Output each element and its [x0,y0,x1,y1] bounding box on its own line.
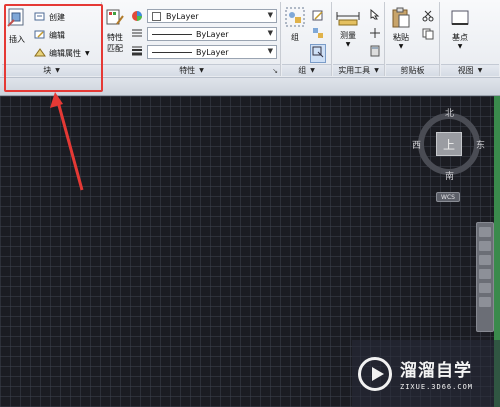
compass-east[interactable]: 东 [476,138,485,151]
watermark-main: 溜溜自学 [400,361,472,381]
lineweight-dropdown[interactable]: ByLayer ▼ [147,45,277,59]
ungroup-icon[interactable] [312,27,324,42]
measure-button[interactable]: 测量 ▼ [335,6,361,48]
color-value: ByLayer [166,11,199,21]
wcs-label: WCS [441,193,455,201]
clipboard-panel-footer[interactable]: 剪贴板 [386,64,439,76]
clipboard-panel: 粘贴 ▼ 剪贴板 [386,2,440,76]
zoom-icon[interactable] [479,255,491,265]
navigation-bar[interactable] [476,222,494,332]
chevron-down-icon: ▼ [267,29,273,37]
quick-select-icon[interactable] [369,8,381,23]
group-icon [284,6,306,32]
view-panel: 基点 ▼ 视图 ▼ [441,2,499,76]
copy-icon[interactable] [422,28,434,43]
chevron-down-icon: ▼ [477,67,483,74]
basepoint-label: 基点 [452,33,468,42]
compass-north[interactable]: 北 [445,106,454,119]
steering-wheel-icon[interactable] [479,227,491,237]
lineweight-icon[interactable] [131,44,143,59]
paste-label: 粘贴 [393,33,409,42]
orbit-icon[interactable] [479,269,491,279]
group-select-icon[interactable] [310,44,326,63]
color-dropdown[interactable]: ByLayer ▼ [147,9,277,23]
linetype-preview [152,33,192,35]
viewcube-top-face[interactable]: 上 [436,132,462,156]
chevron-down-icon: ▼ [398,43,404,50]
view-panel-label: 视图 [457,66,474,75]
color-swatch [152,11,161,21]
paste-icon [390,6,412,32]
clipboard-panel-label: 剪贴板 [400,66,425,75]
group-panel-label: 组 [298,66,307,75]
play-logo-icon [358,356,392,391]
linetype-dropdown[interactable]: ByLayer ▼ [147,27,277,41]
navbar-menu-icon[interactable] [479,297,491,307]
dialog-launcher-icon[interactable]: ↘ [272,67,278,75]
cut-icon[interactable] [422,10,434,25]
view-panel-footer[interactable]: 视图 ▼ [441,64,499,76]
color-wheel-icon[interactable] [131,10,143,25]
measure-icon [335,6,361,30]
group-label: 组 [291,33,299,42]
wcs-menu[interactable]: WCS [436,192,460,202]
watermark-sub: ZIXUE.3D66.COM [400,383,474,391]
chevron-down-icon: ▼ [457,43,463,50]
match-properties-icon [105,8,125,32]
compass-west[interactable]: 西 [412,138,421,151]
basepoint-icon [449,8,471,32]
match-properties-button[interactable]: 特性 匹配 [105,8,125,54]
chevron-down-icon: ▼ [267,47,273,55]
group-edit-icon[interactable] [312,10,324,25]
block-panel-highlight [4,4,103,92]
properties-panel-footer[interactable]: 特性 ▼ ↘ [103,64,280,76]
properties-panel: 特性 匹配 ByLayer ▼ ByLayer ▼ ByLayer ▼ 特性 ▼… [103,2,281,76]
match-label-1: 特性 [107,33,123,42]
pan-icon[interactable] [479,241,491,251]
paste-button[interactable]: 粘贴 ▼ [390,6,412,50]
utilities-panel-label: 实用工具 [338,66,371,75]
group-panel: 组 组 ▼ [282,2,332,76]
viewcube-top-label: 上 [442,137,455,152]
utilities-panel: 测量 ▼ 实用工具 ▼ [333,2,385,76]
watermark: 溜溜自学 ZIXUE.3D66.COM [352,340,500,407]
point-style-icon[interactable] [369,27,381,42]
group-panel-footer[interactable]: 组 ▼ [282,64,331,76]
chevron-down-icon: ▼ [267,11,273,19]
lineweight-value: ByLayer [196,47,229,57]
linetype-icon[interactable] [131,27,143,42]
calculator-icon[interactable] [369,45,381,60]
chevron-down-icon: ▼ [345,41,351,48]
chevron-down-icon: ▼ [310,67,315,74]
linetype-value: ByLayer [196,29,229,39]
chevron-down-icon: ▼ [199,67,204,74]
basepoint-button[interactable]: 基点 ▼ [449,8,471,50]
chevron-down-icon: ▼ [374,67,379,74]
lineweight-preview [152,51,192,53]
match-label-2: 匹配 [107,44,123,53]
measure-label: 测量 [340,31,356,40]
utilities-panel-footer[interactable]: 实用工具 ▼ [333,64,384,76]
showmotion-icon[interactable] [479,283,491,293]
group-button[interactable]: 组 [284,6,306,43]
compass-south[interactable]: 南 [445,169,454,182]
properties-panel-label: 特性 [179,66,196,75]
